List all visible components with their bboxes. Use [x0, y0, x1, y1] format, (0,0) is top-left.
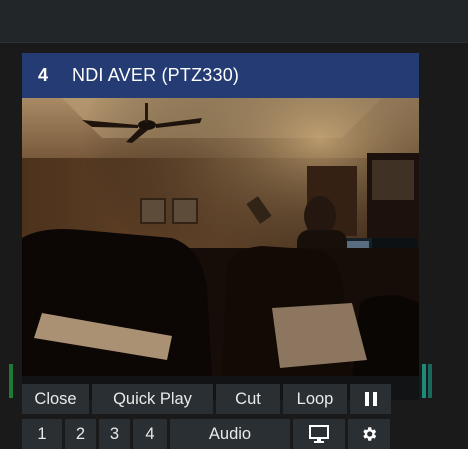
preset-4-button[interactable]: 4	[133, 419, 167, 449]
loop-button-label: Loop	[296, 389, 334, 408]
source-name: NDI AVER (PTZ330)	[72, 65, 240, 85]
settings-button[interactable]	[348, 419, 390, 449]
loop-button[interactable]: Loop	[283, 384, 347, 414]
pause-button[interactable]	[350, 384, 391, 414]
output-monitor-button[interactable]	[293, 419, 345, 449]
tally-indicator-right-1	[422, 364, 426, 398]
gear-icon	[363, 427, 377, 441]
channel-number: 4	[37, 65, 48, 85]
preset-2-button[interactable]: 2	[65, 419, 96, 449]
ndi-source-panel: 4 NDI AVER (PTZ330) Close Quick Play Cut…	[22, 53, 419, 449]
quick-play-button[interactable]: Quick Play	[92, 384, 213, 414]
panel-header[interactable]: 4 NDI AVER (PTZ330)	[22, 53, 419, 98]
close-button[interactable]: Close	[22, 384, 89, 414]
audio-button[interactable]: Audio	[170, 419, 290, 449]
transport-controls-row: Close Quick Play Cut Loop	[22, 384, 391, 414]
top-toolbar-band	[0, 0, 468, 42]
toolbar-divider	[0, 42, 468, 43]
preset-3-button[interactable]: 3	[99, 419, 130, 449]
tally-indicator-right-2	[428, 364, 432, 398]
preset-controls-row: 1 2 3 4 Audio	[22, 419, 390, 449]
video-preview[interactable]	[22, 98, 419, 376]
camera-feed-image	[22, 98, 419, 376]
monitor-icon	[309, 425, 329, 443]
preset-1-button[interactable]: 1	[22, 419, 62, 449]
pause-icon	[364, 392, 377, 406]
tally-indicator-left	[9, 364, 13, 398]
cut-button[interactable]: Cut	[216, 384, 280, 414]
